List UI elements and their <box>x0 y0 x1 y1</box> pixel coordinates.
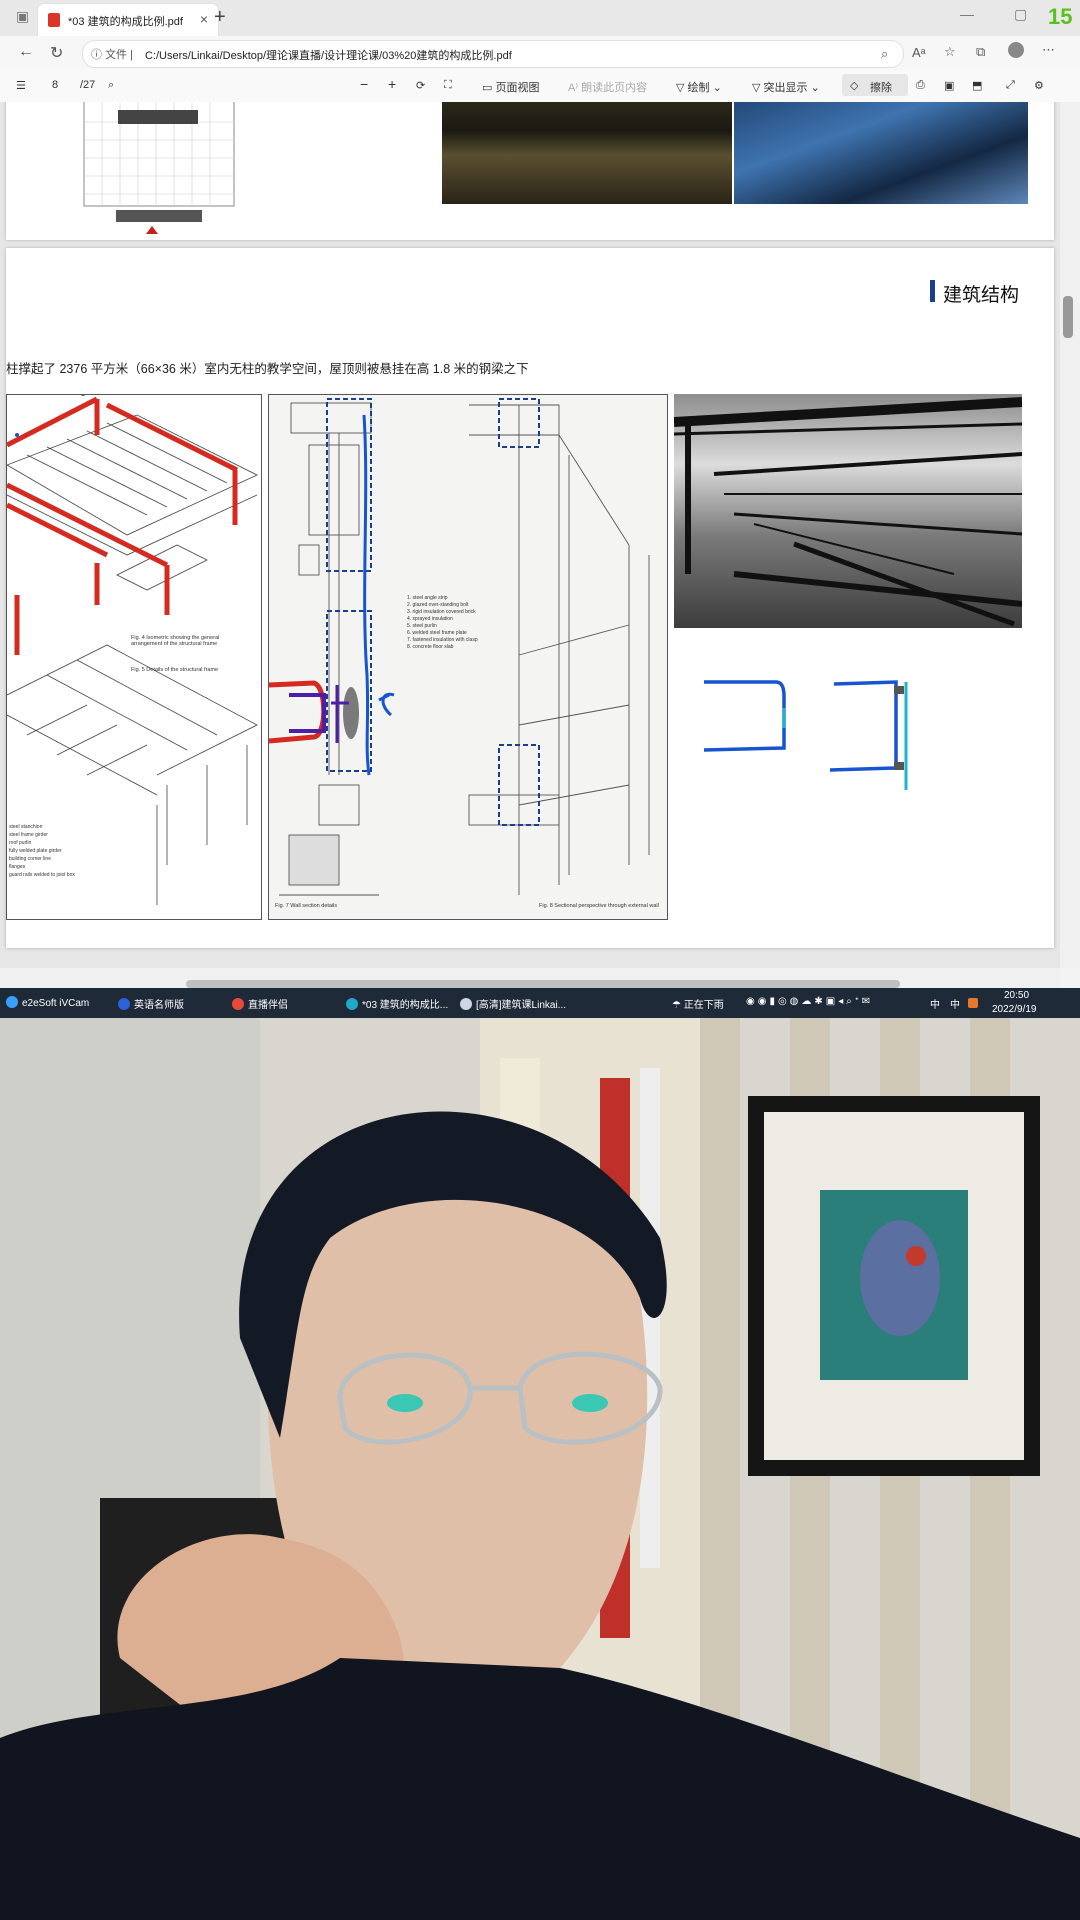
new-tab-icon[interactable]: + <box>214 6 226 29</box>
search-icon[interactable]: ⌕ <box>108 79 114 92</box>
more-icon[interactable]: ⋯ <box>1042 42 1055 58</box>
print-icon[interactable]: ⎙ <box>916 79 925 92</box>
ime-indicator[interactable]: 中 <box>930 996 940 1011</box>
clock-date: 2022/9/19 <box>992 1004 1037 1015</box>
figure-isometric: Fig. 4 Isometric showing the general arr… <box>6 394 262 920</box>
eraser-icon: ◇ <box>850 80 859 92</box>
settings-gear-icon[interactable]: ⚙ <box>1034 79 1044 92</box>
figure-wall-section: 1. steel angle strip 2. glazed over-stan… <box>268 394 668 920</box>
draw-button[interactable]: ▽ 绘制 ⌄ <box>676 79 722 95</box>
close-tab-icon[interactable]: × <box>200 11 208 27</box>
steel-frame-photo-drawing <box>674 397 1022 627</box>
taskbar-item-obs[interactable]: [高清]建筑课Linkai... <box>460 996 566 1011</box>
tab-bar: ▣ *03 建筑的构成比例.pdf × + — ▢ 15 <box>0 0 1080 36</box>
fullscreen-icon[interactable]: ⤢ <box>1006 79 1015 92</box>
weather-status[interactable]: ☂ 正在下雨 <box>672 996 724 1011</box>
page-number-input[interactable]: 8 <box>52 79 58 91</box>
read-mode-icon[interactable]: Aᵃ <box>912 45 926 60</box>
fig5-caption: Fig. 5 Details of the structural frame <box>131 667 219 673</box>
taskbar-item-english[interactable]: 英语名师版 <box>118 996 184 1011</box>
zoom-out-icon[interactable]: − <box>360 76 368 92</box>
tab-title: *03 建筑的构成比例.pdf <box>68 16 183 28</box>
fit-page-icon[interactable]: ⛶ <box>444 79 452 92</box>
horizontal-scroll-thumb[interactable] <box>186 980 900 988</box>
taskbar-item-edge[interactable]: *03 建筑的构成比... <box>346 996 448 1011</box>
save-as-icon[interactable]: ⬒ <box>972 79 982 92</box>
pdf-icon <box>48 13 60 27</box>
back-icon[interactable]: ← <box>18 43 34 61</box>
ime-indicator-2[interactable]: 中 <box>950 996 960 1011</box>
save-icon[interactable]: ▣ <box>944 79 954 92</box>
interior-photo-2 <box>734 102 1028 204</box>
app-icon <box>118 998 130 1010</box>
favorites-icon[interactable]: ☆ <box>944 44 956 60</box>
caption-text: 柱撑起了 2376 平方米（66×36 米）室内无柱的教学空间，屋顶则被悬挂在高… <box>6 362 529 376</box>
url-field[interactable]: ⓘ 文件 | C:/Users/Linkai/Desktop/理论课直播/设计理… <box>82 40 904 68</box>
rotate-icon[interactable]: ⟳ <box>416 79 425 92</box>
webcam-feed <box>0 1018 1080 1920</box>
fig7-caption: Fig. 7 Wall section details <box>275 903 338 909</box>
wall-section-legend: 1. steel angle strip 2. glazed over-stan… <box>407 595 478 650</box>
taskbar-item-live[interactable]: 直播伴侣 <box>232 996 288 1011</box>
obs-icon <box>460 998 472 1010</box>
document-area: 建筑结构 柱撑起了 2376 平方米（66×36 米）室内无柱的教学空间，屋顶则… <box>0 102 1060 968</box>
tab-pdf[interactable]: *03 建筑的构成比例.pdf × <box>38 4 218 36</box>
minimize-icon[interactable]: — <box>960 6 974 22</box>
taskbar: e2eSoft iVCam 英语名师版 直播伴侣 *03 建筑的构成比... [… <box>0 988 1080 1018</box>
taskbar-item-ivcam[interactable]: e2eSoft iVCam <box>6 996 89 1009</box>
edge-icon <box>346 998 358 1010</box>
interior-photo-1 <box>442 102 732 204</box>
fig8-caption: Fig. 8 Sectional perspective through ext… <box>539 903 659 909</box>
vertical-scroll-thumb[interactable] <box>1063 296 1073 338</box>
refresh-icon[interactable]: ↻ <box>50 43 63 63</box>
vertical-scrollbar[interactable] <box>1060 102 1080 968</box>
erase-button[interactable]: ◇ 擦除 <box>842 74 908 96</box>
recording-number: 15 <box>1048 4 1073 29</box>
contents-icon[interactable]: ☰ <box>16 79 26 92</box>
url-info-label[interactable]: ⓘ 文件 | <box>91 46 133 62</box>
find-icon[interactable]: ⌕ <box>881 46 888 62</box>
fig5-legend: steel stanchion steel frame girder roof … <box>9 824 75 878</box>
steel-frame-photo <box>674 394 1022 628</box>
heading-bar <box>930 280 935 302</box>
read-aloud-button[interactable]: A⁾ 朗读此页内容 <box>568 79 647 95</box>
pdf-page-previous <box>6 102 1054 240</box>
zoom-in-icon[interactable]: + <box>388 76 396 92</box>
pdf-toolbar: ☰ 8 /27 ⌕ − + ⟳ ⛶ ▭ 页面视图 A⁾ 朗读此页内容 ▽ 绘制 … <box>0 70 1080 103</box>
page-total: /27 <box>80 79 96 91</box>
sketch-annotations <box>703 680 908 790</box>
wall-section-drawing <box>269 398 650 896</box>
webcam-scene <box>0 1018 1080 1920</box>
ivcam-icon <box>6 996 18 1008</box>
clock-time: 20:50 <box>1004 990 1030 1001</box>
section-heading: 建筑结构 <box>943 285 1020 306</box>
address-bar: ← ↻ ⓘ 文件 | C:/Users/Linkai/Desktop/理论课直播… <box>0 36 1080 71</box>
fig4-caption: Fig. 4 Isometric showing the general arr… <box>131 635 220 647</box>
avatar[interactable] <box>1008 42 1024 58</box>
browser-window: ▣ *03 建筑的构成比例.pdf × + — ▢ 15 ← ↻ ⓘ 文件 | … <box>0 0 1080 988</box>
tab-actions-icon[interactable]: ▣ <box>16 8 29 25</box>
url-text: C:/Users/Linkai/Desktop/理论课直播/设计理论课/03%2… <box>145 50 512 62</box>
live-icon <box>232 998 244 1010</box>
erase-label: 擦除 <box>870 82 892 94</box>
page-view-button[interactable]: ▭ 页面视图 <box>482 79 539 95</box>
collections-icon[interactable]: ⧉ <box>976 44 985 60</box>
maximize-icon[interactable]: ▢ <box>1014 6 1027 23</box>
highlight-button[interactable]: ▽ 突出显示 ⌄ <box>752 79 820 95</box>
notification-icon[interactable] <box>968 998 978 1008</box>
pdf-page-current: 建筑结构 柱撑起了 2376 平方米（66×36 米）室内无柱的教学空间，屋顶则… <box>6 248 1054 948</box>
tray-icons[interactable]: ◉◉▮◎◍☁✱▣◂⌕ᐩ✉ <box>746 996 873 1007</box>
